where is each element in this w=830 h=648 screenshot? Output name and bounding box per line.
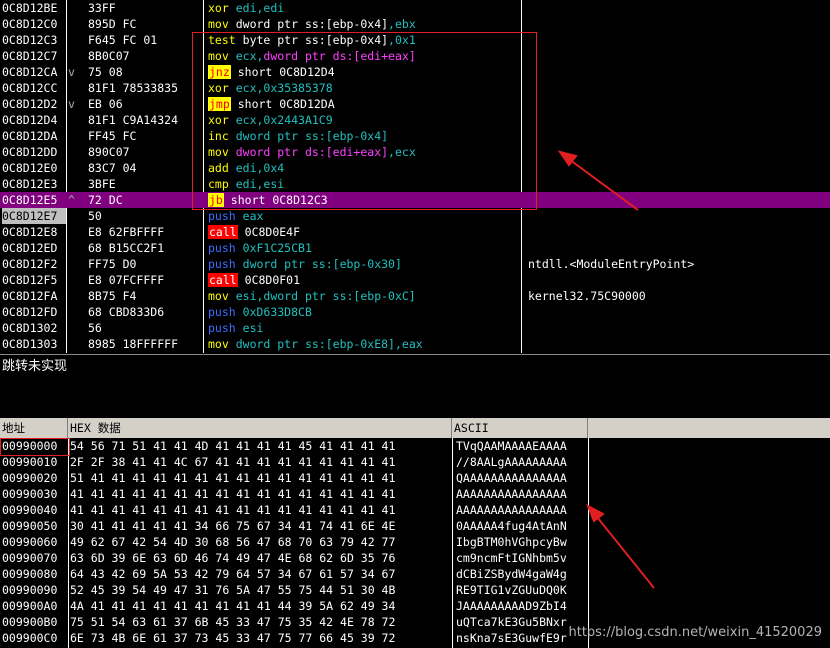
annotation-arrowhead-lower: [586, 503, 605, 523]
annotation-arrow-lower: [592, 511, 655, 589]
annotation-arrow-upper: [565, 156, 639, 211]
annotation-arrows: [557, 150, 655, 589]
watermark: https://blog.csdn.net/weixin_41520029: [568, 625, 822, 640]
